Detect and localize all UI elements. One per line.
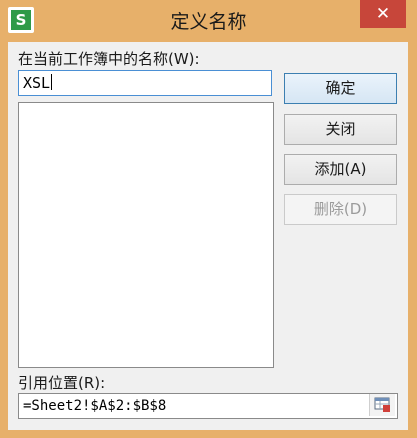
refers-to-label: 引用位置(R): [18,374,106,392]
names-list[interactable] [18,102,274,368]
close-button[interactable]: 关闭 [284,114,397,145]
name-input-value: XSL [23,74,51,92]
wps-spreadsheet-icon: S [8,7,34,33]
names-label: 在当前工作簿中的名称(W): [18,50,200,68]
ok-button[interactable]: 确定 [284,73,397,104]
dialog-body: 在当前工作簿中的名称(W): XSL 确定 关闭 添加(A) 删除(D) 引用位… [8,42,408,430]
title-bar[interactable]: S 定义名称 ✕ [0,0,417,42]
refers-to-input[interactable]: =Sheet2!$A$2:$B$8 [18,393,398,419]
name-input[interactable]: XSL [18,70,272,96]
add-button[interactable]: 添加(A) [284,154,397,185]
range-select-icon[interactable] [369,394,395,416]
app-icon-glyph: S [11,10,31,30]
refers-to-value: =Sheet2!$A$2:$B$8 [23,398,167,414]
close-icon[interactable]: ✕ [360,0,406,28]
delete-button[interactable]: 删除(D) [284,194,397,225]
dialog-title: 定义名称 [170,11,247,33]
text-caret [51,74,53,90]
